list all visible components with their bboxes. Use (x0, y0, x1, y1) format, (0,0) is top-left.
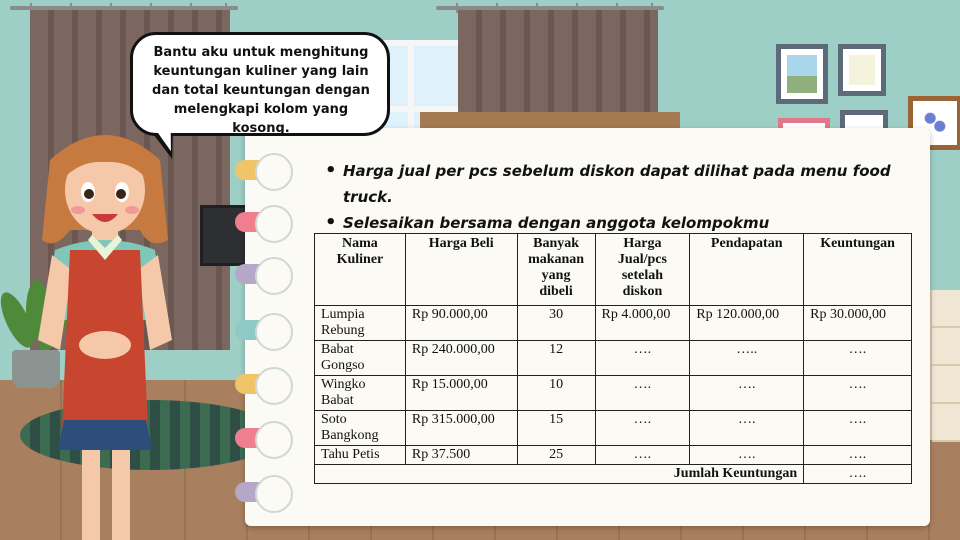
cell-banyak-makanan: 25 (516, 445, 596, 465)
cell-harga-beli: Rp 240.000,00 (404, 340, 518, 376)
instruction-list: Harga jual per pcs sebelum diskon dapat … (325, 158, 925, 236)
table-row: Tahu Petis Rp 37.500 25 …. …. …. (314, 445, 912, 465)
wall-picture-2 (838, 44, 886, 96)
table-row: Lumpia Rebung Rp 90.000,00 30 Rp 4.000,0… (314, 305, 912, 341)
cell-harga-beli: Rp 37.500 (404, 445, 518, 465)
cell-pendapatan[interactable]: …. (689, 375, 805, 411)
binder-ring-loop-3 (255, 257, 293, 295)
girl-character (38, 135, 172, 540)
cell-nama-kuliner: Wingko Babat (314, 375, 406, 411)
table-header-row: Nama Kuliner Harga Beli Banyak makanan y… (314, 233, 912, 306)
header-harga-jual: Harga Jual/pcs setelah diskon (594, 233, 691, 306)
speech-bubble-text: Bantu aku untuk menghitung keuntungan ku… (152, 45, 370, 136)
cell-keuntungan[interactable]: …. (803, 375, 912, 411)
instruction-item: Harga jual per pcs sebelum diskon dapat … (325, 158, 925, 210)
header-harga-beli: Harga Beli (404, 233, 518, 306)
header-keuntungan: Keuntungan (803, 233, 912, 306)
profit-table: Nama Kuliner Harga Beli Banyak makanan y… (313, 233, 912, 484)
cell-pendapatan[interactable]: …. (689, 410, 805, 446)
cell-harga-jual[interactable]: …. (594, 410, 691, 446)
cell-banyak-makanan: 10 (516, 375, 596, 411)
curtain-right (458, 10, 658, 120)
cell-nama-kuliner: Tahu Petis (314, 445, 406, 465)
table-row: Soto Bangkong Rp 315.000,00 15 …. …. …. (314, 410, 912, 446)
cell-keuntungan[interactable]: …. (803, 340, 912, 376)
binder-ring-loop-6 (255, 421, 293, 459)
cell-nama-kuliner: Lumpia Rebung (314, 305, 406, 341)
table-row: Babat Gongso Rp 240.000,00 12 …. ….. …. (314, 340, 912, 376)
binder-ring-loop-1 (255, 153, 293, 191)
cell-banyak-makanan: 15 (516, 410, 596, 446)
binder-ring-loop-7 (255, 475, 293, 513)
cell-nama-kuliner: Babat Gongso (314, 340, 406, 376)
cell-pendapatan[interactable]: …. (689, 445, 805, 465)
cell-keuntungan[interactable]: …. (803, 410, 912, 446)
cell-keuntungan: Rp 30.000,00 (803, 305, 912, 341)
cell-harga-jual[interactable]: …. (594, 375, 691, 411)
cell-harga-jual[interactable]: …. (594, 340, 691, 376)
table-row: Wingko Babat Rp 15.000,00 10 …. …. …. (314, 375, 912, 411)
drawer-cabinet (930, 290, 960, 442)
cell-nama-kuliner: Soto Bangkong (314, 410, 406, 446)
cell-harga-beli: Rp 90.000,00 (404, 305, 518, 341)
cell-harga-beli: Rp 15.000,00 (404, 375, 518, 411)
binder-ring-loop-2 (255, 205, 293, 243)
header-nama-kuliner: Nama Kuliner (314, 233, 406, 306)
binder-ring-loop-5 (255, 367, 293, 405)
cell-harga-beli: Rp 315.000,00 (404, 410, 518, 446)
cell-keuntungan[interactable]: …. (803, 445, 912, 465)
cell-pendapatan: Rp 120.000,00 (689, 305, 805, 341)
header-pendapatan: Pendapatan (689, 233, 805, 306)
cell-harga-jual[interactable]: …. (594, 445, 691, 465)
binder-ring-loop-4 (255, 313, 293, 351)
header-banyak-makanan: Banyak makanan yang dibeli (516, 233, 596, 306)
cell-harga-jual: Rp 4.000,00 (594, 305, 691, 341)
cell-pendapatan[interactable]: ….. (689, 340, 805, 376)
total-label: Jumlah Keuntungan (313, 464, 805, 484)
cell-banyak-makanan: 12 (516, 340, 596, 376)
total-value[interactable]: …. (803, 464, 912, 484)
wall-picture-1 (776, 44, 828, 104)
cell-banyak-makanan: 30 (516, 305, 596, 341)
table-total-row: Jumlah Keuntungan …. (313, 464, 912, 484)
